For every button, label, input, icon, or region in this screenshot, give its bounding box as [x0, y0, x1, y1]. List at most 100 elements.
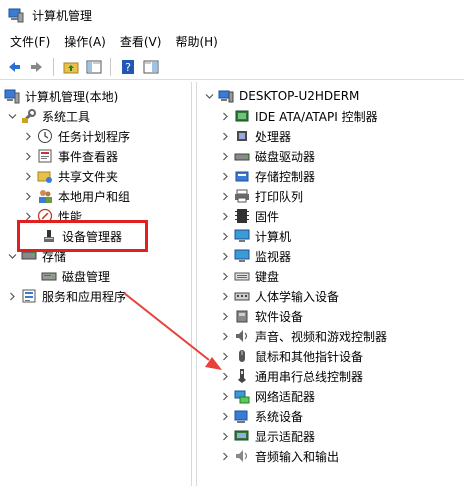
device-category-row[interactable]: 处理器	[219, 126, 291, 146]
chevron-right-icon[interactable]	[219, 206, 231, 226]
toolbar-separator	[110, 57, 111, 76]
chevron-right-icon[interactable]	[219, 446, 231, 466]
tree-item-task-scheduler[interactable]: 任务计划程序	[22, 126, 130, 146]
chevron-right-icon[interactable]	[22, 126, 34, 146]
device-category-label: 监视器	[255, 249, 292, 264]
chevron-right-icon[interactable]	[219, 146, 231, 166]
tools-icon	[22, 109, 36, 123]
chevron-right-icon[interactable]	[219, 346, 231, 366]
computer-management-icon	[8, 8, 24, 23]
device-category-row[interactable]: 鼠标和其他指针设备	[219, 346, 363, 366]
monitor-icon	[234, 249, 250, 262]
chevron-right-icon[interactable]	[219, 266, 231, 286]
toolbar: ?	[0, 54, 464, 80]
device-category-label: 系统设备	[255, 409, 304, 424]
device-category-label: 声音、视频和游戏控制器	[255, 329, 388, 344]
device-category-label: IDE ATA/ATAPI 控制器	[255, 109, 378, 124]
device-category-row[interactable]: IDE ATA/ATAPI 控制器	[219, 106, 378, 126]
computer-icon	[234, 229, 250, 242]
tree-label: 磁盘管理	[62, 269, 111, 284]
chevron-right-icon[interactable]	[219, 306, 231, 326]
device-category-row[interactable]: 网络适配器	[219, 386, 315, 406]
chevron-down-icon[interactable]	[6, 106, 18, 126]
menu-view[interactable]: 查看(V)	[113, 31, 169, 53]
device-category-label: 音频输入和输出	[255, 449, 340, 464]
chevron-right-icon[interactable]	[219, 386, 231, 406]
device-category-row[interactable]: 计算机	[219, 226, 291, 246]
tree-item-event-viewer[interactable]: 事件查看器	[22, 146, 118, 166]
device-category-label: 通用串行总线控制器	[255, 369, 364, 384]
chevron-down-icon[interactable]	[203, 86, 215, 106]
device-category-label: 人体学输入设备	[255, 289, 340, 304]
device-category-row[interactable]: 通用串行总线控制器	[219, 366, 363, 386]
processor-icon	[237, 131, 247, 141]
device-category-row[interactable]: 人体学输入设备	[219, 286, 339, 306]
chevron-right-icon[interactable]	[219, 186, 231, 206]
device-category-label: 网络适配器	[255, 389, 316, 404]
device-category-row[interactable]: 磁盘驱动器	[219, 146, 315, 166]
tree-item-system-tools[interactable]: 系统工具	[6, 106, 90, 126]
device-category-label: 软件设备	[255, 309, 304, 324]
chevron-right-icon[interactable]	[219, 286, 231, 306]
chevron-right-icon[interactable]	[6, 286, 18, 306]
menu-action[interactable]: 操作(A)	[57, 31, 113, 53]
device-category-row[interactable]: 存储控制器	[219, 166, 315, 186]
clock-icon	[38, 129, 52, 143]
device-category-label: 存储控制器	[255, 169, 316, 184]
device-category-label: 打印队列	[255, 189, 304, 204]
chevron-right-icon[interactable]	[219, 126, 231, 146]
computer-management-icon	[4, 89, 20, 104]
chevron-right-icon[interactable]	[219, 106, 231, 126]
chevron-right-icon[interactable]	[22, 166, 34, 186]
menu-file[interactable]: 文件(F)	[0, 31, 57, 53]
tree-label: 任务计划程序	[58, 129, 131, 144]
chevron-right-icon[interactable]	[219, 246, 231, 266]
help-icon: ?	[122, 59, 134, 74]
device-category-row[interactable]: 打印队列	[219, 186, 303, 206]
device-category-label: 键盘	[255, 269, 280, 284]
tree-item-computer-root[interactable]: DESKTOP-U2HDERM	[203, 86, 359, 106]
event-log-icon	[38, 149, 52, 163]
chevron-right-icon[interactable]	[219, 226, 231, 246]
device-category-row[interactable]: 软件设备	[219, 306, 303, 326]
chevron-right-icon[interactable]	[22, 146, 34, 166]
software-device-icon	[236, 310, 248, 323]
tree-item-shared-folders[interactable]: 共享文件夹	[22, 166, 118, 186]
device-category-row[interactable]: 声音、视频和游戏控制器	[219, 326, 387, 346]
tree-label: 本地用户和组	[58, 189, 131, 204]
device-category-row[interactable]: 键盘	[219, 266, 279, 286]
device-category-label: 计算机	[255, 229, 292, 244]
tree-item-services-apps[interactable]: 服务和应用程序	[6, 286, 126, 306]
print-queue-icon	[235, 189, 249, 203]
device-category-row[interactable]: 系统设备	[219, 406, 303, 426]
chevron-right-icon[interactable]	[219, 166, 231, 186]
tree-item-root[interactable]: 计算机管理(本地)	[4, 86, 118, 106]
menu-help[interactable]: 帮助(H)	[168, 31, 224, 53]
folder-up-icon	[63, 62, 79, 73]
computer-icon	[218, 90, 234, 103]
device-category-row[interactable]: 显示适配器	[219, 426, 315, 446]
display-adapter-icon	[234, 430, 249, 441]
help-button[interactable]: ?	[117, 56, 139, 78]
device-category-row[interactable]: 固件	[219, 206, 279, 226]
chevron-right-icon[interactable]	[22, 186, 34, 206]
computer-name: DESKTOP-U2HDERM	[239, 89, 360, 103]
tree-item-local-users[interactable]: 本地用户和组	[22, 186, 130, 206]
chevron-right-icon[interactable]	[219, 426, 231, 446]
forward-button[interactable]	[26, 56, 48, 78]
show-action-pane-button[interactable]	[140, 56, 162, 78]
tree-label: 系统工具	[42, 109, 91, 124]
device-category-row[interactable]: 音频输入和输出	[219, 446, 339, 466]
chevron-right-icon[interactable]	[219, 406, 231, 426]
device-category-row[interactable]: 监视器	[219, 246, 291, 266]
tree-item-disk-management[interactable]: 磁盘管理	[38, 266, 110, 286]
show-hide-tree-button[interactable]	[83, 56, 105, 78]
chevron-right-icon[interactable]	[219, 366, 231, 386]
chevron-right-icon[interactable]	[219, 326, 231, 346]
disk-drive-icon	[234, 153, 250, 161]
forward-arrow-icon	[31, 61, 42, 72]
up-folder-button[interactable]	[60, 56, 82, 78]
title-bar: 计算机管理	[0, 0, 464, 30]
back-button[interactable]	[3, 56, 25, 78]
device-category-label: 鼠标和其他指针设备	[255, 349, 364, 364]
